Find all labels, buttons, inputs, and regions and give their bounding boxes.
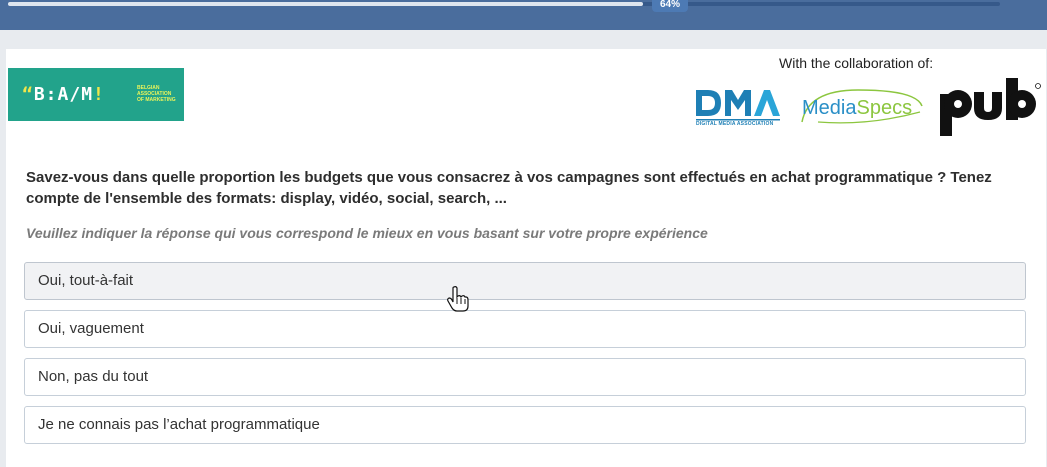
answer-option-label: Non, pas du tout — [38, 368, 149, 385]
answer-option-pas-du-tout[interactable]: Non, pas du tout — [24, 358, 1026, 396]
progress-bar-fill — [8, 2, 643, 6]
question-text: Savez-vous dans quelle proportion les bu… — [26, 169, 992, 207]
hand-pointer-icon — [447, 286, 469, 312]
answer-option-label: Je ne connais pas l’achat programmatique — [38, 416, 320, 433]
collaboration-label: With the collaboration of: — [779, 55, 934, 71]
answer-option-vaguement[interactable]: Oui, vaguement — [24, 310, 1026, 348]
progress-bar — [8, 2, 1000, 6]
answer-option-ne-connais-pas[interactable]: Je ne connais pas l’achat programmatique — [24, 406, 1026, 444]
bam-logo-subtitle: BELGIAN ASSOCIATION OF MARKETING — [137, 85, 176, 103]
dma-logo-caption: DIGITAL MEDIA ASSOCIATION — [696, 121, 774, 127]
survey-header-bar: 64% — [0, 0, 1047, 30]
pub-logo — [940, 78, 1041, 136]
svg-text:MediaSpecs: MediaSpecs — [802, 97, 912, 119]
mediaspecs-logo: MediaSpecs — [801, 89, 923, 124]
answer-option-label: Oui, vaguement — [38, 320, 144, 337]
bam-logo-wordmark: “B:A/M! — [22, 84, 105, 105]
answer-option-label: Oui, tout-à-fait — [38, 272, 134, 289]
progress-percent-label: 64% — [652, 0, 688, 12]
question-instruction: Veuillez indiquer la réponse qui vous co… — [26, 225, 708, 241]
answer-option-tout-a-fait[interactable]: Oui, tout-à-fait — [24, 262, 1026, 300]
bam-logo: “B:A/M! BELGIAN ASSOCIATION OF MARKETING — [8, 68, 184, 121]
